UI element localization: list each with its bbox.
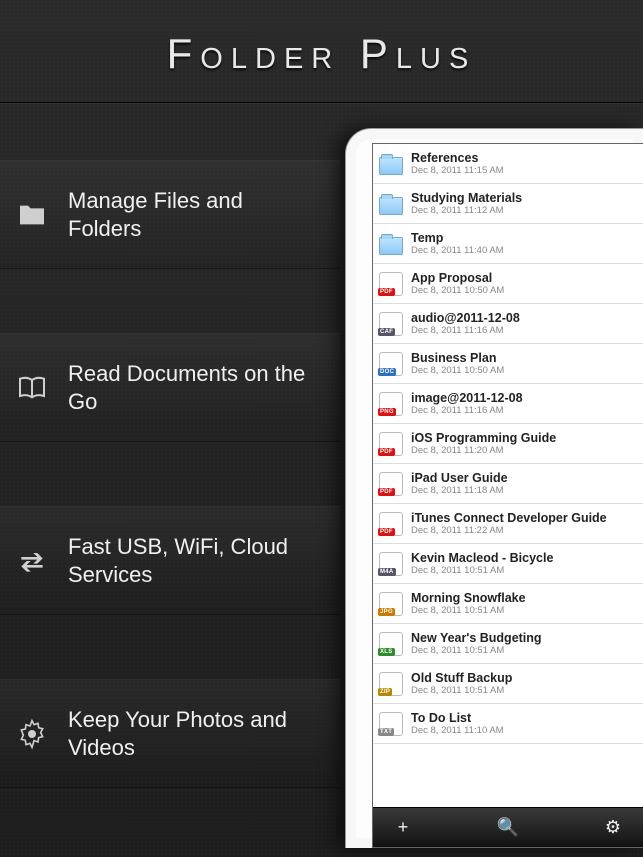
folder-row[interactable]: TempDec 8, 2011 11:40 AM bbox=[373, 224, 643, 264]
file-icon bbox=[379, 512, 403, 536]
folder-row[interactable]: Studying MaterialsDec 8, 2011 11:12 AM bbox=[373, 184, 643, 224]
file-name: image@2011-12-08 bbox=[411, 391, 523, 405]
file-name: iOS Programming Guide bbox=[411, 431, 556, 445]
file-icon bbox=[379, 672, 403, 696]
file-icon bbox=[379, 312, 403, 336]
file-icon bbox=[379, 592, 403, 616]
file-name: iTunes Connect Developer Guide bbox=[411, 511, 607, 525]
file-icon bbox=[379, 272, 403, 296]
feature-item: Fast USB, WiFi, Cloud Services bbox=[0, 506, 340, 615]
file-row[interactable]: Business PlanDec 8, 2011 10:50 AM bbox=[373, 344, 643, 384]
file-name: References bbox=[411, 151, 504, 165]
search-button[interactable]: 🔍 bbox=[496, 817, 520, 838]
file-name: Old Stuff Backup bbox=[411, 671, 512, 685]
folder-row[interactable]: ReferencesDec 8, 2011 11:15 AM bbox=[373, 144, 643, 184]
file-name: New Year's Budgeting bbox=[411, 631, 542, 645]
file-timestamp: Dec 8, 2011 11:20 AM bbox=[411, 445, 556, 456]
folder-icon bbox=[14, 197, 50, 233]
device-mockup: ReferencesDec 8, 2011 11:15 AMStudying M… bbox=[345, 128, 643, 848]
file-timestamp: Dec 8, 2011 11:15 AM bbox=[411, 165, 504, 176]
file-row[interactable]: Kevin Macleod - BicycleDec 8, 2011 10:51… bbox=[373, 544, 643, 584]
page-title: Folder Plus bbox=[0, 0, 643, 103]
book-icon bbox=[14, 370, 50, 406]
add-button[interactable]: + bbox=[391, 817, 415, 838]
folder-icon bbox=[379, 237, 403, 255]
file-name: Business Plan bbox=[411, 351, 504, 365]
file-row[interactable]: To Do ListDec 8, 2011 11:10 AM bbox=[373, 704, 643, 744]
file-icon bbox=[379, 432, 403, 456]
feature-list: Manage Files and Folders Read Documents o… bbox=[0, 160, 340, 852]
file-row[interactable]: image@2011-12-08Dec 8, 2011 11:16 AM bbox=[373, 384, 643, 424]
file-row[interactable]: iPad User GuideDec 8, 2011 11:18 AM bbox=[373, 464, 643, 504]
file-timestamp: Dec 8, 2011 11:22 AM bbox=[411, 525, 607, 536]
file-timestamp: Dec 8, 2011 10:51 AM bbox=[411, 605, 526, 616]
file-timestamp: Dec 8, 2011 11:16 AM bbox=[411, 325, 520, 336]
gear-icon bbox=[14, 716, 50, 752]
file-name: To Do List bbox=[411, 711, 504, 725]
bottom-toolbar: + 🔍 ⚙ bbox=[373, 807, 643, 847]
file-row[interactable]: Morning SnowflakeDec 8, 2011 10:51 AM bbox=[373, 584, 643, 624]
feature-item: Read Documents on the Go bbox=[0, 333, 340, 442]
file-row[interactable]: New Year's BudgetingDec 8, 2011 10:51 AM bbox=[373, 624, 643, 664]
file-row[interactable]: iTunes Connect Developer GuideDec 8, 201… bbox=[373, 504, 643, 544]
file-name: App Proposal bbox=[411, 271, 504, 285]
feature-label: Read Documents on the Go bbox=[68, 360, 320, 415]
file-icon bbox=[379, 472, 403, 496]
file-name: audio@2011-12-08 bbox=[411, 311, 520, 325]
file-list: ReferencesDec 8, 2011 11:15 AMStudying M… bbox=[373, 144, 643, 807]
file-timestamp: Dec 8, 2011 10:51 AM bbox=[411, 685, 512, 696]
transfer-icon bbox=[14, 543, 50, 579]
file-name: Kevin Macleod - Bicycle bbox=[411, 551, 553, 565]
file-icon bbox=[379, 352, 403, 376]
feature-label: Fast USB, WiFi, Cloud Services bbox=[68, 533, 320, 588]
file-timestamp: Dec 8, 2011 11:10 AM bbox=[411, 725, 504, 736]
file-icon bbox=[379, 712, 403, 736]
file-icon bbox=[379, 552, 403, 576]
file-row[interactable]: iOS Programming GuideDec 8, 2011 11:20 A… bbox=[373, 424, 643, 464]
file-row[interactable]: App ProposalDec 8, 2011 10:50 AM bbox=[373, 264, 643, 304]
file-row[interactable]: audio@2011-12-08Dec 8, 2011 11:16 AM bbox=[373, 304, 643, 344]
file-name: Studying Materials bbox=[411, 191, 522, 205]
file-timestamp: Dec 8, 2011 11:16 AM bbox=[411, 405, 523, 416]
file-timestamp: Dec 8, 2011 11:12 AM bbox=[411, 205, 522, 216]
settings-button[interactable]: ⚙ bbox=[601, 817, 625, 838]
feature-label: Keep Your Photos and Videos bbox=[68, 706, 320, 761]
file-timestamp: Dec 8, 2011 10:50 AM bbox=[411, 285, 504, 296]
folder-icon bbox=[379, 197, 403, 215]
file-timestamp: Dec 8, 2011 10:50 AM bbox=[411, 365, 504, 376]
file-timestamp: Dec 8, 2011 10:51 AM bbox=[411, 645, 542, 656]
file-icon bbox=[379, 632, 403, 656]
file-timestamp: Dec 8, 2011 10:51 AM bbox=[411, 565, 553, 576]
folder-icon bbox=[379, 157, 403, 175]
feature-item: Keep Your Photos and Videos bbox=[0, 679, 340, 788]
feature-label: Manage Files and Folders bbox=[68, 187, 320, 242]
file-row[interactable]: Old Stuff BackupDec 8, 2011 10:51 AM bbox=[373, 664, 643, 704]
device-screen: ReferencesDec 8, 2011 11:15 AMStudying M… bbox=[372, 143, 643, 848]
file-name: iPad User Guide bbox=[411, 471, 508, 485]
file-timestamp: Dec 8, 2011 11:40 AM bbox=[411, 245, 504, 256]
file-icon bbox=[379, 392, 403, 416]
file-name: Temp bbox=[411, 231, 504, 245]
feature-item: Manage Files and Folders bbox=[0, 160, 340, 269]
file-name: Morning Snowflake bbox=[411, 591, 526, 605]
file-timestamp: Dec 8, 2011 11:18 AM bbox=[411, 485, 508, 496]
